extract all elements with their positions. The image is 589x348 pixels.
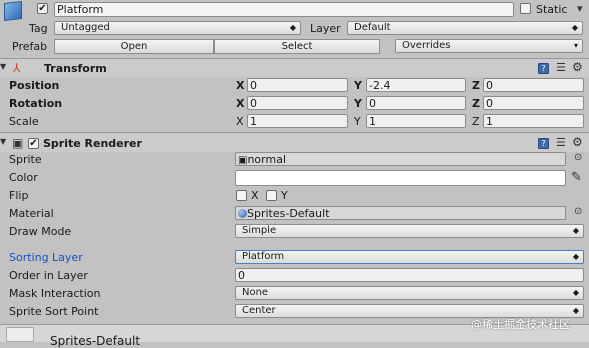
color-swatch[interactable] (235, 170, 566, 186)
sprite-object-field[interactable]: ▣normal (235, 152, 566, 166)
rotation-y-axis[interactable]: Y (354, 97, 362, 110)
object-picker-icon[interactable]: ⊙ (574, 152, 582, 163)
order-in-layer-field[interactable]: 0 (235, 268, 584, 282)
sliders-icon[interactable]: ☰ (556, 136, 566, 149)
sliders-icon[interactable]: ☰ (556, 61, 566, 74)
mask-interaction-label: Mask Interaction (9, 287, 101, 300)
help-icon[interactable]: ? (538, 63, 549, 74)
gear-icon[interactable]: ⚙ (572, 60, 583, 74)
sorting-layer-label: Sorting Layer (9, 251, 83, 264)
scale-x-field[interactable]: 1 (247, 114, 348, 128)
color-label: Color (9, 171, 38, 184)
prefab-overrides-dropdown[interactable]: Overrides ▾ (395, 39, 583, 53)
rotation-z-axis[interactable]: Z (472, 97, 480, 110)
material-object-field[interactable]: Sprites-Default (235, 206, 566, 220)
material-preview-icon (6, 327, 34, 342)
chevron-down-icon: ▾ (573, 41, 578, 50)
position-label: Position (9, 79, 60, 92)
flip-x-checkbox[interactable] (236, 190, 247, 201)
scale-y-axis[interactable]: Y (354, 115, 361, 128)
eyedropper-icon[interactable]: ✎ (571, 170, 582, 185)
draw-mode-label: Draw Mode (9, 225, 72, 238)
rotation-x-axis[interactable]: X (236, 97, 244, 110)
chevron-down-icon[interactable]: ▾ (577, 2, 583, 15)
chevron-down-icon: ◆ (572, 226, 579, 235)
layer-label: Layer (310, 22, 341, 35)
flip-y-checkbox[interactable] (266, 190, 277, 201)
scale-x-axis[interactable]: X (236, 115, 244, 128)
transform-axes-icon: ⅄ (13, 61, 21, 75)
transform-title: Transform (44, 62, 107, 75)
gear-icon[interactable]: ⚙ (572, 135, 583, 149)
scale-z-axis[interactable]: Z (472, 115, 480, 128)
position-y-field[interactable]: -2.4 (366, 78, 466, 92)
static-checkbox[interactable] (520, 3, 531, 14)
position-x-field[interactable]: 0 (247, 78, 348, 92)
object-picker-icon[interactable]: ⊙ (574, 206, 582, 217)
gameobject-icon (4, 1, 22, 21)
object-name-field[interactable]: Platform (54, 2, 514, 17)
chevron-down-icon: ◆ (289, 23, 296, 32)
scale-y-field[interactable]: 1 (366, 114, 466, 128)
layer-dropdown[interactable]: Default ◆ (347, 21, 583, 35)
sorting-layer-dropdown[interactable]: Platform ◆ (235, 250, 584, 264)
chevron-down-icon: ◆ (572, 252, 579, 261)
position-x-axis[interactable]: X (236, 79, 244, 92)
rotation-label: Rotation (9, 97, 63, 110)
scale-label: Scale (9, 115, 39, 128)
flip-x-label: X (251, 189, 259, 202)
rotation-x-field[interactable]: 0 (247, 96, 348, 110)
material-title: Sprites-Default (50, 334, 141, 348)
tag-label: Tag (29, 22, 48, 35)
watermark: @稀土掘金技术社区 (471, 318, 570, 331)
scale-z-field[interactable]: 1 (483, 114, 584, 128)
sprite-label: Sprite (9, 153, 42, 166)
prefab-open-button[interactable]: Open (54, 39, 214, 54)
position-z-axis[interactable]: Z (472, 79, 480, 92)
prefab-select-button[interactable]: Select (214, 39, 380, 54)
sprite-renderer-enabled-checkbox[interactable]: ✔ (28, 138, 39, 149)
mask-interaction-dropdown[interactable]: None ◆ (235, 286, 584, 300)
foldout-arrow-icon[interactable]: ▼ (0, 137, 6, 146)
help-icon[interactable]: ? (538, 138, 549, 149)
prefab-label: Prefab (12, 40, 48, 53)
chevron-down-icon: ◆ (571, 23, 578, 32)
position-z-field[interactable]: 0 (483, 78, 584, 92)
chevron-down-icon: ◆ (572, 306, 579, 315)
material-label: Material (9, 207, 54, 220)
rotation-y-field[interactable]: 0 (366, 96, 466, 110)
position-y-axis[interactable]: Y (354, 79, 362, 92)
tag-dropdown[interactable]: Untagged ◆ (54, 21, 301, 35)
material-sphere-icon (238, 209, 247, 218)
sprite-renderer-title: Sprite Renderer (43, 137, 142, 150)
flip-label: Flip (9, 189, 29, 202)
static-label: Static (536, 3, 568, 16)
active-checkbox[interactable]: ✔ (37, 3, 48, 14)
sprite-renderer-icon: ▣ (12, 136, 24, 150)
rotation-z-field[interactable]: 0 (483, 96, 584, 110)
draw-mode-dropdown[interactable]: Simple ◆ (235, 224, 584, 238)
foldout-arrow-icon[interactable]: ▼ (0, 62, 6, 71)
chevron-down-icon: ◆ (572, 288, 579, 297)
sprite-sort-point-label: Sprite Sort Point (9, 305, 99, 318)
order-in-layer-label: Order in Layer (9, 269, 88, 282)
flip-y-label: Y (281, 189, 288, 202)
